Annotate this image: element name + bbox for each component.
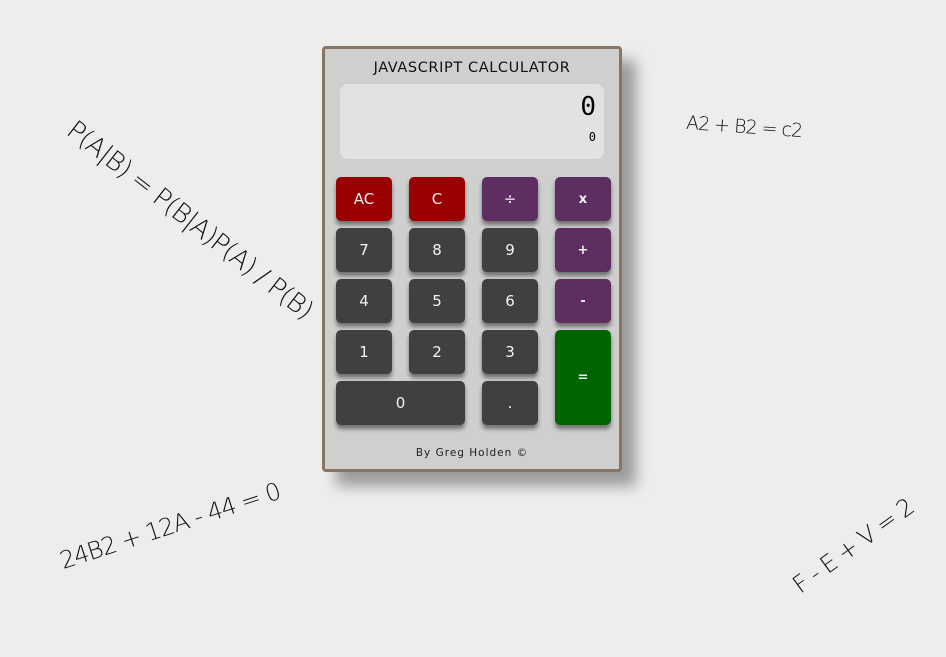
- multiply-button[interactable]: x: [555, 177, 611, 221]
- author-credit: By Greg Holden ©: [415, 447, 529, 459]
- display-main-value: 0: [580, 92, 596, 122]
- zero-button[interactable]: 0: [336, 381, 465, 425]
- nine-button[interactable]: 9: [482, 228, 538, 272]
- three-button[interactable]: 3: [482, 330, 538, 374]
- calculator-display: 0 0: [340, 84, 604, 159]
- formula-bayes: P(A|B) = P(B|A)P(A) / P(B): [60, 115, 319, 326]
- five-button[interactable]: 5: [409, 279, 465, 323]
- calculator: JAVASCRIPT CALCULATOR 0 0 AC C ÷ x 7 8 9…: [322, 46, 622, 472]
- clear-entry-button[interactable]: C: [409, 177, 465, 221]
- clear-all-button[interactable]: AC: [336, 177, 392, 221]
- equals-button[interactable]: =: [555, 330, 611, 425]
- six-button[interactable]: 6: [482, 279, 538, 323]
- formula-equation: 24B2 + 12A - 44 = 0: [56, 477, 284, 575]
- add-button[interactable]: +: [555, 228, 611, 272]
- formula-euler: F - E + V = 2: [787, 492, 919, 600]
- seven-button[interactable]: 7: [336, 228, 392, 272]
- four-button[interactable]: 4: [336, 279, 392, 323]
- two-button[interactable]: 2: [409, 330, 465, 374]
- eight-button[interactable]: 8: [409, 228, 465, 272]
- calculator-title: JAVASCRIPT CALCULATOR: [373, 60, 571, 76]
- display-formula: 0: [588, 130, 596, 144]
- one-button[interactable]: 1: [336, 330, 392, 374]
- formula-pythagoras: A2 + B2 = c2: [685, 111, 803, 143]
- subtract-button[interactable]: -: [555, 279, 611, 323]
- decimal-button[interactable]: .: [482, 381, 538, 425]
- divide-button[interactable]: ÷: [482, 177, 538, 221]
